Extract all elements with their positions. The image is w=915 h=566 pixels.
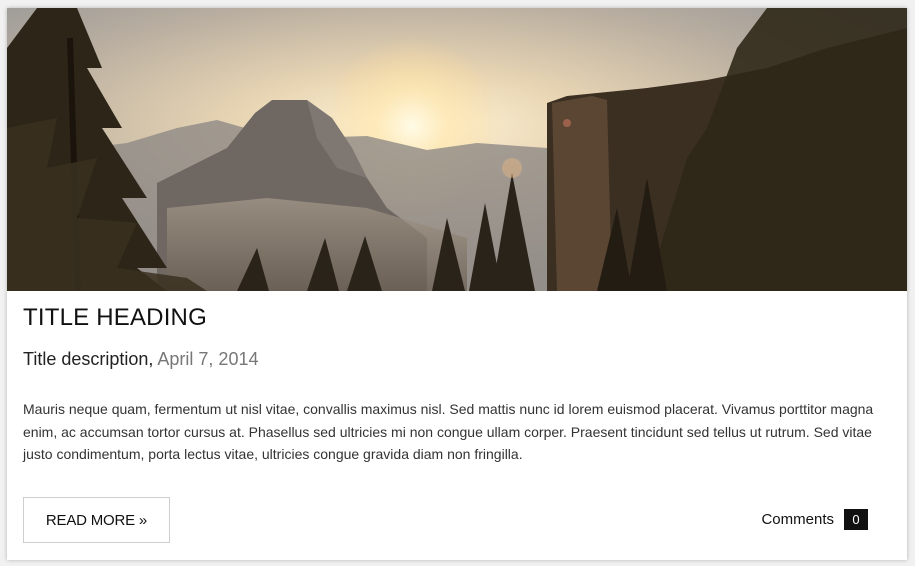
post-excerpt: Mauris neque quam, fermentum ut nisl vit… <box>23 401 874 462</box>
hero-image <box>7 8 907 291</box>
post-date: April 7, 2014 <box>157 349 259 369</box>
comments-label: Comments <box>761 511 834 528</box>
post-description: Title description, <box>23 349 154 369</box>
comments-count-badge: 0 <box>844 509 868 530</box>
post-card: TITLE HEADING Title description, April 7… <box>7 8 907 560</box>
comments-link[interactable]: Comments 0 <box>761 509 868 530</box>
read-more-button[interactable]: READ MORE » <box>23 497 170 543</box>
post-subtitle: Title description, April 7, 2014 <box>23 349 258 370</box>
post-title: TITLE HEADING <box>23 304 207 331</box>
